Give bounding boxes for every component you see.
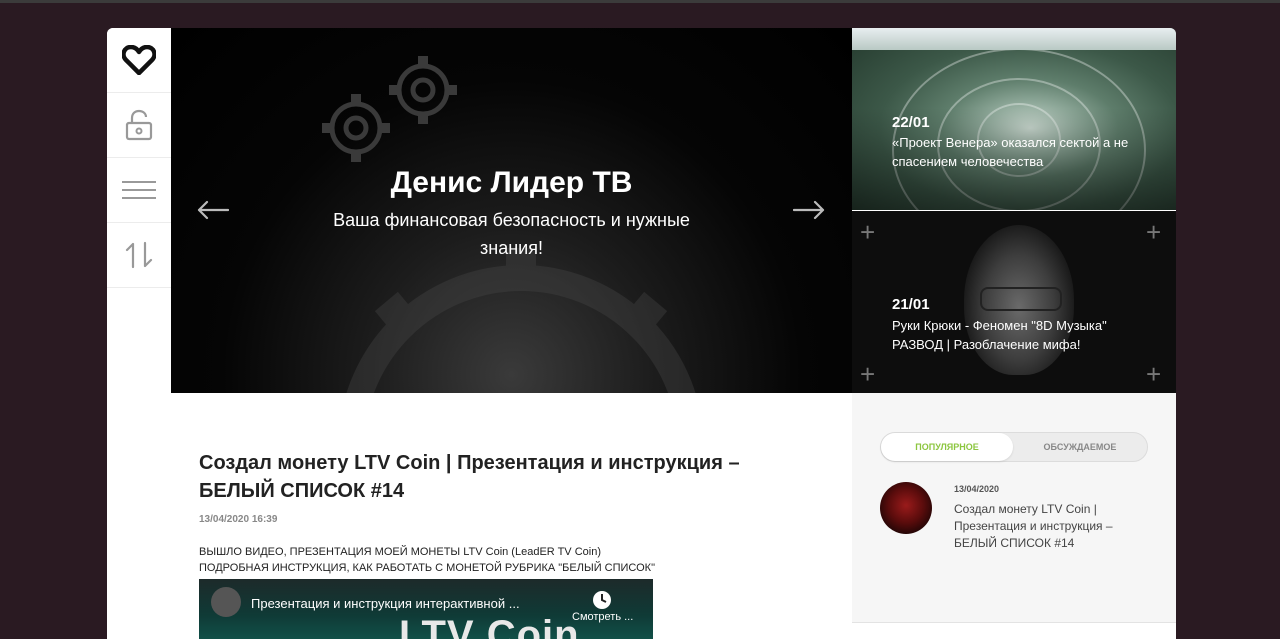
watch-later-label[interactable]: Смотреть ... [572, 611, 633, 623]
video-embed[interactable]: Презентация и инструкция интерактивной .… [199, 579, 653, 639]
next-section [852, 623, 1176, 639]
big-gear-decoration-icon [346, 248, 696, 393]
arrow-right-icon[interactable] [793, 200, 825, 220]
article-body-line: ВЫШЛО ВИДЕО, ПРЕЗЕНТАЦИЯ МОЕЙ МОНЕТЫ LTV… [199, 546, 601, 558]
news-tile[interactable]: + + + + 21/01 Руки Крюки - Феномен "8D М… [852, 211, 1176, 393]
sidebar-sort-button[interactable] [107, 223, 171, 288]
popular-date: 13/04/2020 [954, 484, 1000, 494]
arrow-left-icon[interactable] [197, 200, 229, 220]
clock-icon[interactable] [592, 590, 612, 610]
article-title[interactable]: Создал монету LTV Coin | Презентация и и… [199, 449, 799, 505]
glasses-decoration [980, 287, 1062, 311]
hero-title: Денис Лидер ТВ [390, 166, 633, 199]
tab-discussed[interactable]: ОБСУЖДАЕМОЕ [1013, 433, 1147, 461]
tabs: ПОПУЛЯРНОЕ ОБСУЖДАЕМОЕ [880, 432, 1148, 462]
sidebar-menu-button[interactable] [107, 158, 171, 223]
article-body-line: ПОДРОБНАЯ ИНСТРУКЦИЯ, КАК РАБОТАТЬ С МОН… [199, 562, 655, 574]
news-date: 22/01 [892, 114, 930, 131]
news-title: Руки Крюки - Феномен "8D Музыка" РАЗВОД … [892, 318, 1107, 352]
lock-icon [125, 109, 153, 141]
plus-icon: + [860, 217, 876, 247]
video-banner-text: LTV Coin [399, 613, 580, 639]
hero-slider: Денис Лидер ТВ Ваша финансовая безопасно… [171, 28, 852, 393]
popular-thumbnail[interactable] [880, 482, 932, 534]
page-frame: Денис Лидер ТВ Ваша финансовая безопасно… [107, 28, 1176, 639]
article-body: ВЫШЛО ВИДЕО, ПРЕЗЕНТАЦИЯ МОЕЙ МОНЕТЫ LTV… [199, 544, 655, 576]
heart-icon [122, 45, 156, 75]
plus-icon: + [1146, 359, 1162, 389]
news-title: «Проект Венера» оказался сектой а не спа… [892, 135, 1129, 169]
news-tile[interactable]: 22/01 «Проект Венера» оказался сектой а … [852, 28, 1176, 210]
plus-icon: + [860, 359, 876, 389]
article-date: 13/04/2020 16:39 [199, 514, 278, 525]
video-title[interactable]: Презентация и инструкция интерактивной .… [251, 596, 520, 611]
sidebar-favorites-button[interactable] [107, 28, 171, 93]
channel-avatar[interactable] [211, 587, 241, 617]
menu-icon [122, 181, 156, 199]
sidebar-login-button[interactable] [107, 93, 171, 158]
browser-top-line [0, 0, 1280, 3]
hero-subtitle: Ваша финансовая безопасность и нужные зн… [333, 210, 690, 258]
sky-decoration [852, 28, 1176, 50]
sort-arrows-icon [125, 241, 153, 269]
sidebar [107, 28, 172, 639]
news-date: 21/01 [892, 296, 930, 313]
right-panel: ПОПУЛЯРНОЕ ОБСУЖДАЕМОЕ 13/04/2020 Создал… [852, 393, 1176, 639]
article: Создал монету LTV Coin | Презентация и и… [171, 393, 852, 639]
popular-title[interactable]: Создал монету LTV Coin | Презентация и и… [954, 501, 1154, 552]
tab-popular[interactable]: ПОПУЛЯРНОЕ [881, 433, 1013, 461]
plus-icon: + [1146, 217, 1162, 247]
